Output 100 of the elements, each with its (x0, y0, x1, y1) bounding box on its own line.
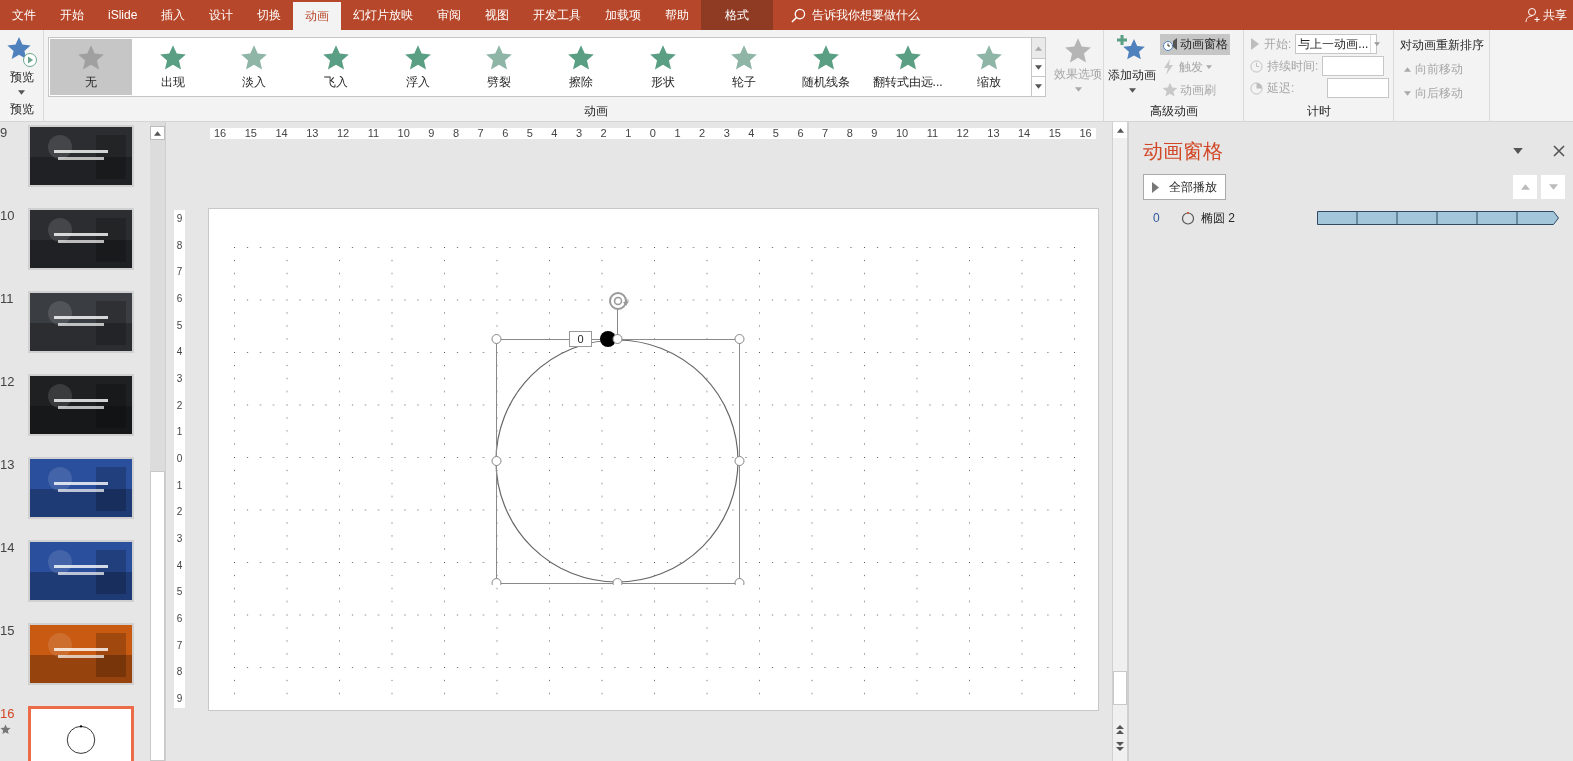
caret-icon (1034, 65, 1042, 70)
ruler-number: 2 (176, 400, 183, 411)
next-slide-icon[interactable] (1116, 742, 1124, 751)
ribbon-tab[interactable]: 切换 (245, 0, 294, 30)
star-icon (1064, 37, 1093, 65)
star-icon (321, 43, 350, 72)
caret-icon (18, 90, 25, 95)
caret-icon (1034, 84, 1042, 89)
pane-menu-icon[interactable] (1513, 148, 1523, 154)
ruler-number: 4 (176, 347, 183, 358)
ruler-number: 8 (176, 667, 183, 678)
clock-icon (1250, 59, 1263, 73)
search-field[interactable]: 告诉我你想要做什么 (812, 6, 1013, 24)
gallery-more[interactable] (1032, 77, 1045, 96)
ruler-number: 7 (176, 640, 183, 651)
slide-number: 10 (0, 208, 16, 224)
animation-option[interactable]: 缩放 (948, 39, 1031, 95)
ruler-number: 14 (275, 127, 288, 139)
ribbon-tab[interactable]: 动画 (293, 2, 342, 30)
animation-option[interactable]: 无 (50, 39, 132, 95)
ruler-number: 13 (306, 127, 319, 139)
scroll-thumb[interactable] (1113, 671, 1127, 705)
slide-number: 13 (0, 457, 16, 473)
ribbon-tab[interactable]: 插入 (149, 0, 198, 30)
slide-number: 16 (0, 706, 16, 722)
ruler-number: 6 (797, 127, 804, 139)
ruler-number: 2 (699, 127, 706, 139)
animation-option[interactable]: 出现 (131, 39, 214, 95)
ruler-number: 5 (176, 587, 183, 598)
delay-field[interactable] (1327, 78, 1389, 98)
ribbon-tab[interactable]: 幻灯片放映 (341, 0, 426, 30)
animation-option[interactable]: 擦除 (540, 39, 622, 95)
scroll-up-button[interactable] (150, 126, 165, 140)
ribbon-tab[interactable]: 设计 (197, 0, 246, 30)
up-caret-icon (154, 130, 161, 136)
up-caret-icon (1034, 45, 1042, 51)
ruler-number: 3 (176, 373, 183, 384)
ruler-number: 11 (367, 127, 380, 139)
animation-option[interactable]: 飞入 (295, 39, 377, 95)
star-icon (730, 43, 759, 72)
ruler-number: 10 (397, 127, 410, 139)
ruler-number: 3 (575, 127, 583, 139)
slide-number: 9 (0, 125, 9, 141)
animation-order-number: 0 (1152, 210, 1161, 227)
ribbon-tab[interactable]: 视图 (473, 0, 522, 30)
ruler-number: 2 (600, 127, 607, 139)
animation-option[interactable]: 随机线条 (785, 39, 867, 95)
scroll-thumb[interactable] (150, 471, 165, 761)
ruler-number: 15 (1048, 127, 1061, 139)
gallery-scroll-down[interactable] (1032, 58, 1045, 77)
ribbon-tab[interactable]: 开始 (48, 0, 96, 30)
animation-option[interactable]: 浮入 (376, 39, 459, 95)
caret-icon (1374, 42, 1381, 46)
ruler-number: 16 (1079, 127, 1092, 139)
animation-option[interactable]: 轮子 (703, 39, 786, 95)
up-caret-icon (1404, 66, 1411, 72)
animation-item-name[interactable]: 椭圆 2 (1201, 209, 1301, 227)
ruler-number: 9 (176, 214, 183, 224)
ruler-number: 6 (176, 613, 183, 624)
play-icon (1152, 181, 1159, 193)
ribbon-tab[interactable]: 审阅 (425, 0, 474, 30)
up-caret-icon (1520, 184, 1530, 190)
add-animation-button[interactable]: 添加动画 (1108, 34, 1156, 100)
group-label: 预览 (9, 101, 34, 118)
reorder-label: 对动画重新排序 (1400, 37, 1485, 54)
previous-slide-icon[interactable] (1116, 725, 1124, 734)
caret-icon (1404, 90, 1411, 96)
scroll-up-button[interactable] (1113, 122, 1127, 138)
ruler-number: 8 (176, 240, 183, 251)
ribbon-tab[interactable]: iSlide (96, 0, 150, 30)
ruler-number: 9 (871, 127, 878, 139)
search-icon (791, 7, 807, 23)
play-all-button[interactable]: 全部播放 (1143, 174, 1226, 200)
ruler-number: 1 (625, 127, 632, 139)
close-icon[interactable] (1553, 145, 1565, 157)
start-label: 开始: (1264, 36, 1292, 53)
ruler-number: 4 (551, 127, 558, 139)
up-caret-icon (1116, 127, 1124, 133)
ruler-number: 8 (452, 127, 460, 139)
animation-option[interactable]: 淡入 (213, 39, 295, 95)
ruler-number: 2 (176, 507, 183, 518)
duration-field[interactable] (1322, 56, 1385, 76)
ribbon-tab[interactable]: 文件 (0, 0, 48, 30)
ribbon-tab[interactable]: 格式 (701, 0, 774, 30)
animation-pane-button[interactable]: 动画窗格 (1160, 34, 1230, 55)
ribbon-tab[interactable]: 帮助 (653, 0, 702, 30)
ruler-number: 9 (428, 127, 435, 139)
ruler-number: 10 (895, 127, 909, 139)
preview-button[interactable]: 预览 (5, 30, 38, 100)
animation-tag: 0 (569, 331, 592, 347)
selected-circle-drawing[interactable] (491, 289, 747, 585)
animation-option[interactable]: 翻转式由远... (866, 39, 949, 95)
ribbon-tab[interactable]: 加载项 (593, 0, 654, 30)
share-button[interactable]: 共享 (1543, 6, 1567, 24)
star-icon (893, 43, 922, 72)
ruler-number: 3 (723, 127, 730, 139)
delay-label: 延迟: (1267, 80, 1296, 97)
ribbon-tab[interactable]: 开发工具 (521, 0, 594, 30)
animation-option[interactable]: 形状 (621, 39, 704, 95)
animation-option[interactable]: 劈裂 (458, 39, 541, 95)
